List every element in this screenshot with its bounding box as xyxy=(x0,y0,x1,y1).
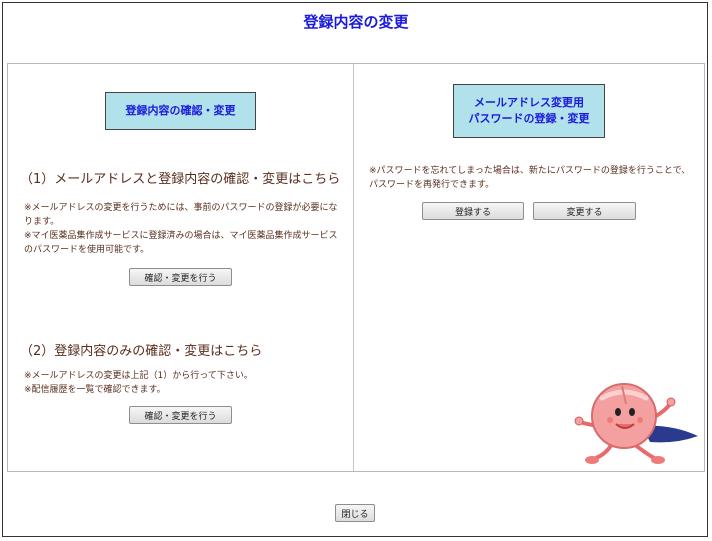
page-title: 登録内容の変更 xyxy=(303,13,409,31)
close-button[interactable]: 閉じる xyxy=(335,504,375,522)
password-note: ※パスワードを忘れてしまった場合は、新たにパスワードの登録を行うことで、 パスワ… xyxy=(369,164,699,192)
section2-confirm-change-button[interactable]: 確認・変更を行う xyxy=(129,406,232,424)
section1-note: ※メールアドレスの変更を行うためには、事前のパスワードの登録が必要にな ります。… xyxy=(24,201,344,257)
password-header-line: パスワードの登録・変更 xyxy=(468,112,590,125)
panel-divider xyxy=(353,64,354,471)
password-header-box: メールアドレス変更用 パスワードの登録・変更 xyxy=(453,84,605,138)
password-note-line: パスワードを再発行できます。 xyxy=(369,180,495,190)
registration-header-label: 登録内容の確認・変更 xyxy=(125,104,236,117)
section2-note-line: ※配信履歴を一覧で確認できます。 xyxy=(24,385,166,395)
section1-confirm-change-button[interactable]: 確認・変更を行う xyxy=(129,268,232,286)
registration-header-box: 登録内容の確認・変更 xyxy=(105,92,256,130)
change-password-button[interactable]: 変更する xyxy=(533,202,636,220)
section2-note: ※メールアドレスの変更は上記（1）から行って下さい。 ※配信履歴を一覧で確認でき… xyxy=(24,369,344,397)
pill-mascot-icon xyxy=(574,383,698,464)
password-note-line: ※パスワードを忘れてしまった場合は、新たにパスワードの登録を行うことで、 xyxy=(369,166,691,176)
section1-note-line: のパスワードを使用可能です。 xyxy=(24,245,150,255)
section2-note-line: ※メールアドレスの変更は上記（1）から行って下さい。 xyxy=(24,371,253,381)
section1-heading: （1）メールアドレスと登録内容の確認・変更はこちら xyxy=(20,172,341,187)
register-password-button[interactable]: 登録する xyxy=(422,202,524,220)
section1-note-line: ※マイ医薬品集作成サービスに登録済みの場合は、マイ医薬品集作成サービス xyxy=(24,231,338,241)
section2-heading: （2）登録内容のみの確認・変更はこちら xyxy=(20,344,263,359)
password-header-line: メールアドレス変更用 xyxy=(474,96,584,109)
section1-note-line: ります。 xyxy=(24,217,60,227)
section1-note-line: ※メールアドレスの変更を行うためには、事前のパスワードの登録が必要にな xyxy=(24,203,338,213)
